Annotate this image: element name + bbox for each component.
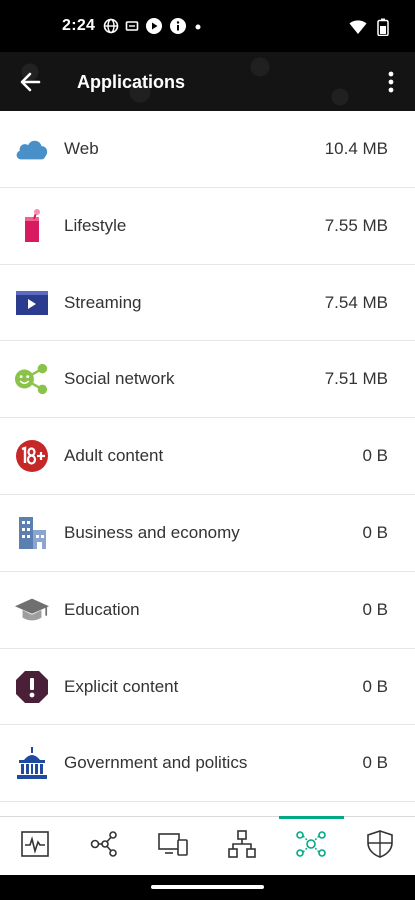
more-vert-icon[interactable]	[381, 67, 401, 97]
app-name: Social network	[64, 369, 175, 389]
app-usage: 7.54 MB	[324, 292, 388, 312]
video-player-icon	[14, 287, 50, 319]
app-usage: 0 B	[362, 599, 388, 619]
app-name: Streaming	[64, 292, 142, 312]
app-usage: 10.4 MB	[324, 139, 388, 158]
app-usage: 0 B	[362, 676, 388, 696]
status-time: 2:24	[62, 17, 96, 34]
home-gesture-handle[interactable]	[151, 885, 264, 889]
app-name: Lifestyle	[64, 215, 127, 235]
nav-security[interactable]	[346, 817, 415, 875]
back-arrow-icon[interactable]	[16, 68, 44, 96]
activity-monitor-icon	[20, 830, 50, 863]
app-bar: Applications	[0, 52, 415, 111]
app-usage: 0 B	[362, 753, 388, 773]
list-item[interactable]: Business and economy 0 B	[0, 494, 415, 572]
list-item[interactable]: Adult content 0 B	[0, 418, 415, 495]
app-usage: 0 B	[362, 446, 388, 466]
nav-applications[interactable]	[277, 816, 346, 875]
nav-network[interactable]	[69, 817, 138, 875]
office-building-icon	[14, 516, 50, 549]
exclamation-octagon-icon	[14, 670, 50, 703]
wifi-icon	[349, 19, 367, 40]
list-item[interactable]: Government and politics 0 B	[0, 725, 415, 803]
app-usage: 7.51 MB	[324, 369, 388, 389]
list-item[interactable]: Social network 7.51 MB	[0, 341, 415, 419]
graduation-cap-icon	[14, 594, 50, 626]
list-item[interactable]: Web 10.4 MB	[0, 111, 415, 188]
adult-18-plus-icon	[14, 440, 50, 473]
topology-icon	[227, 829, 257, 864]
network-nodes-icon	[89, 830, 119, 863]
list-item[interactable]: Explicit content 0 B	[0, 648, 415, 726]
status-notification-icons	[103, 17, 203, 40]
applications-list: Web 10.4 MB Lifestyle 7.55 MB Streaming …	[0, 111, 415, 803]
list-item[interactable]: Education 0 B	[0, 571, 415, 649]
drink-icon	[14, 208, 50, 242]
security-shield-icon	[366, 829, 394, 864]
page-title: Applications	[77, 72, 186, 92]
list-item[interactable]: Streaming 7.54 MB	[0, 264, 415, 342]
play-circle-icon	[145, 17, 163, 40]
cloud-icon	[14, 133, 50, 165]
app-name: Business and economy	[64, 522, 240, 542]
info-icon	[169, 17, 187, 40]
app-usage: 7.55 MB	[324, 215, 388, 235]
notification-dot-icon	[193, 19, 203, 37]
applications-icon	[295, 829, 327, 864]
message-icon	[125, 19, 139, 38]
capitol-building-icon	[14, 747, 50, 780]
gesture-navigation-bar	[0, 875, 415, 900]
app-name: Government and politics	[64, 753, 248, 773]
bottom-navigation	[0, 816, 415, 875]
status-system-icons	[349, 18, 389, 41]
app-usage: 0 B	[362, 522, 388, 542]
app-name: Adult content	[64, 446, 164, 466]
nav-topology[interactable]	[208, 817, 277, 875]
globe-icon	[103, 18, 119, 39]
battery-icon	[377, 18, 389, 41]
nav-devices[interactable]	[138, 817, 207, 875]
app-name: Explicit content	[64, 676, 179, 696]
app-name: Web	[64, 139, 99, 158]
nav-activity-monitor[interactable]	[0, 817, 69, 875]
app-name: Education	[64, 599, 140, 619]
status-bar: 2:24	[0, 0, 415, 52]
list-item[interactable]: Lifestyle 7.55 MB	[0, 187, 415, 265]
devices-icon	[157, 831, 189, 862]
social-share-icon	[14, 363, 50, 395]
